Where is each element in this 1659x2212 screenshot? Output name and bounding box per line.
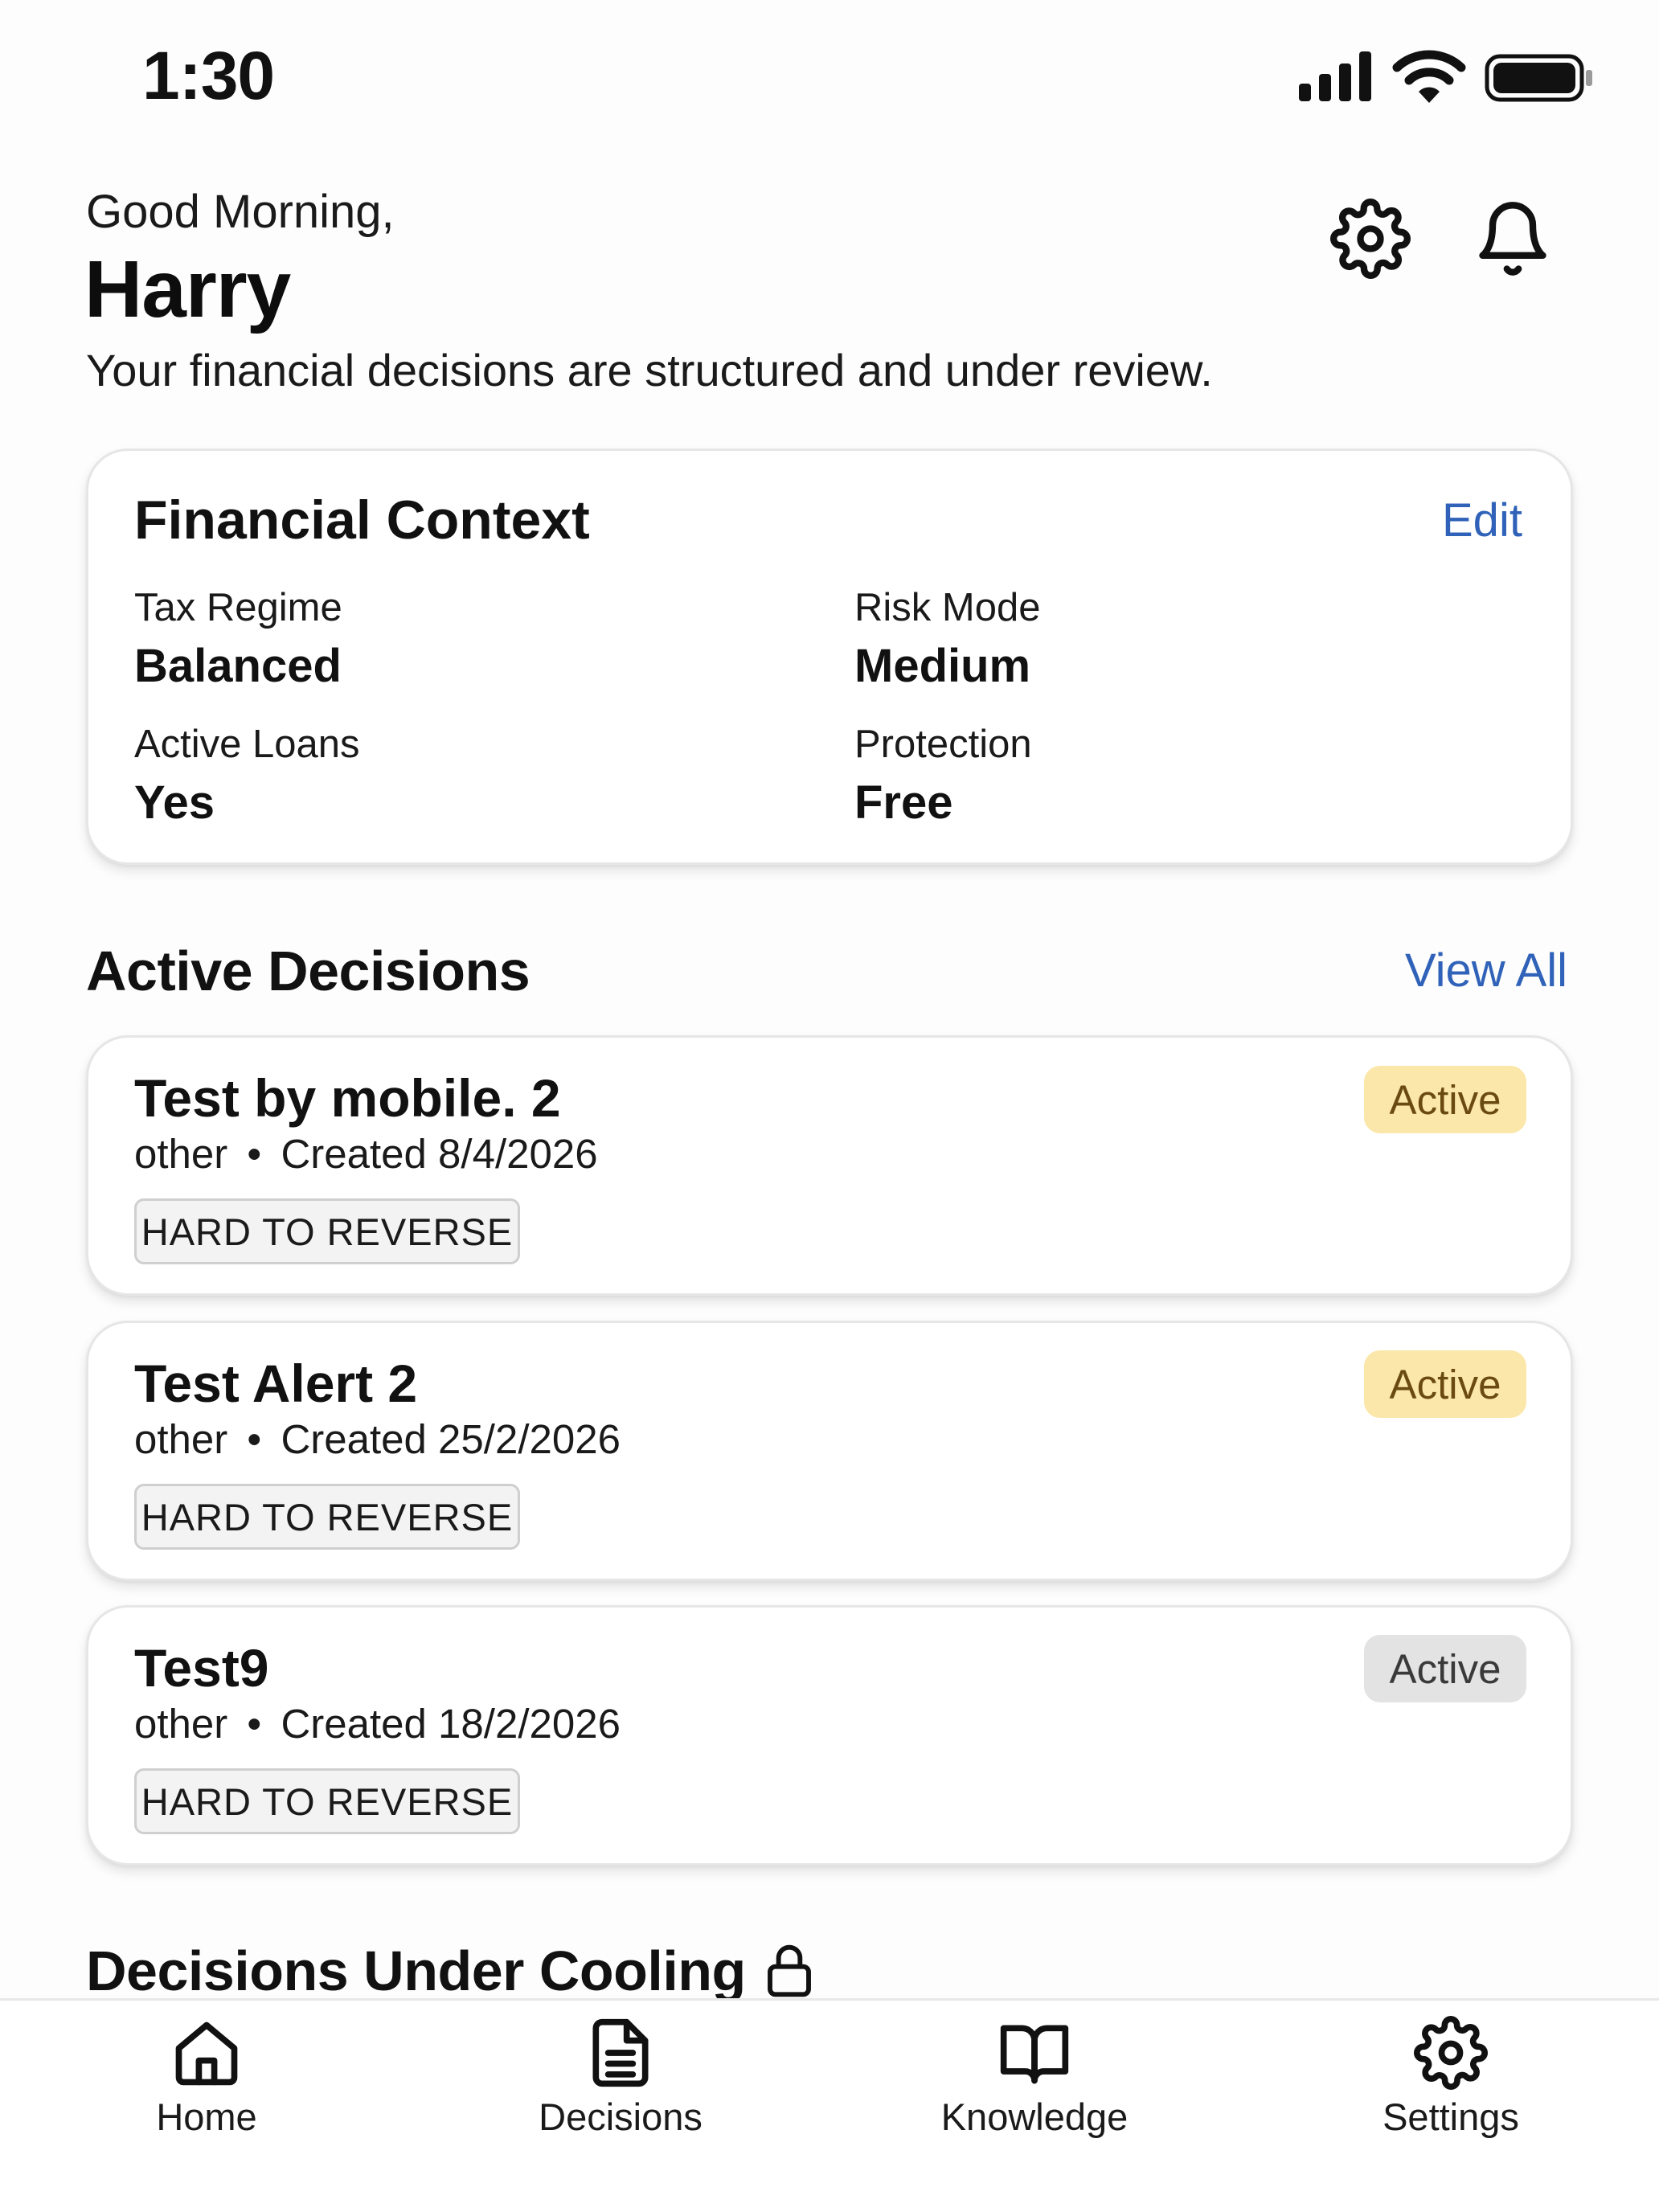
meta-separator: • <box>247 1131 262 1177</box>
nav-knowledge[interactable]: Knowledge <box>914 2009 1155 2154</box>
edit-financial-context-link[interactable]: Edit <box>1442 494 1522 547</box>
active-loans-value: Yes <box>134 776 215 829</box>
risk-mode-value: Medium <box>854 640 1031 692</box>
nav-settings[interactable]: Settings <box>1330 2009 1571 2154</box>
decision-meta: other • Created 18/2/2026 <box>134 1700 621 1747</box>
battery-icon <box>1485 54 1592 102</box>
reversibility-tag: HARD TO REVERSE <box>134 1484 520 1550</box>
cooling-section-header: Decisions Under Cooling <box>86 1939 815 2003</box>
reversibility-tag: HARD TO REVERSE <box>134 1768 520 1834</box>
bell-icon <box>1479 202 1546 276</box>
greeting-text: Good Morning, <box>86 186 395 238</box>
home-icon <box>175 2022 238 2086</box>
decision-title: Test by mobile. 2 <box>134 1068 561 1128</box>
decision-title: Test9 <box>134 1638 269 1698</box>
gear-icon <box>1330 199 1411 279</box>
decision-created-date: Created 8/4/2026 <box>281 1131 598 1177</box>
decision-category: other <box>134 1701 228 1747</box>
document-icon <box>592 2018 649 2087</box>
tax-regime-label: Tax Regime <box>134 586 342 629</box>
decision-meta: other • Created 8/4/2026 <box>134 1130 598 1178</box>
financial-context-title: Financial Context <box>134 490 590 551</box>
tax-regime-value: Balanced <box>134 640 342 692</box>
risk-mode-label: Risk Mode <box>854 586 1041 629</box>
cellular-signal-icon <box>1299 51 1371 101</box>
protection-value: Free <box>854 776 953 829</box>
status-badge: Active <box>1364 1635 1526 1702</box>
reversibility-tag: HARD TO REVERSE <box>134 1198 520 1264</box>
active-decisions-title: Active Decisions <box>86 940 530 1002</box>
meta-separator: • <box>247 1416 262 1462</box>
status-icons <box>1299 48 1595 104</box>
book-icon <box>1000 2025 1069 2084</box>
meta-separator: • <box>247 1701 262 1747</box>
decision-title: Test Alert 2 <box>134 1354 418 1413</box>
status-badge: Active <box>1364 1066 1526 1133</box>
nav-settings-label: Settings <box>1382 2095 1519 2138</box>
cooling-section-title: Decisions Under Cooling <box>86 1940 746 2002</box>
decision-created-date: Created 25/2/2026 <box>281 1416 621 1462</box>
lock-icon <box>767 1944 811 1997</box>
nav-decisions[interactable]: Decisions <box>500 2009 741 2154</box>
header-subtitle: Your financial decisions are structured … <box>86 345 1213 395</box>
nav-knowledge-label: Knowledge <box>940 2095 1129 2138</box>
nav-decisions-label: Decisions <box>539 2095 703 2138</box>
status-badge: Active <box>1364 1350 1526 1418</box>
decision-created-date: Created 18/2/2026 <box>281 1701 621 1747</box>
nav-home[interactable]: Home <box>86 2009 327 2154</box>
notifications-button[interactable] <box>1469 195 1557 283</box>
nav-home-label: Home <box>156 2095 257 2138</box>
decision-category: other <box>134 1416 228 1462</box>
settings-gear-button[interactable] <box>1326 195 1415 283</box>
decision-meta: other • Created 25/2/2026 <box>134 1415 621 1463</box>
wifi-icon <box>1392 50 1466 103</box>
view-all-link[interactable]: View All <box>1405 944 1567 997</box>
decision-category: other <box>134 1131 228 1177</box>
gear-icon <box>1414 2016 1488 2090</box>
user-name: Harry <box>84 244 291 334</box>
protection-label: Protection <box>854 723 1032 766</box>
active-loans-label: Active Loans <box>134 723 360 766</box>
status-time: 1:30 <box>142 38 275 113</box>
